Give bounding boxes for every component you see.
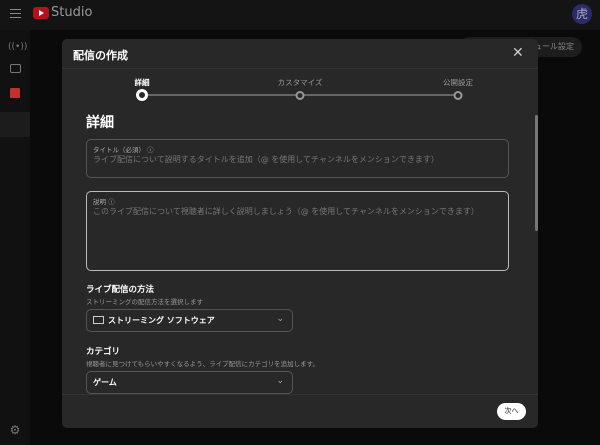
monitor-icon [93, 316, 104, 324]
category-value: ゲーム [93, 378, 117, 387]
close-icon[interactable]: ✕ [512, 45, 524, 61]
category-heading: カテゴリ [86, 347, 121, 357]
description-label: 説明 ⓘ [93, 198, 115, 206]
step-customize-dot[interactable] [295, 91, 305, 100]
title-placeholder: ライブ配信について説明するタイトルを追加（@ を使用してチャンネルをメンションで… [93, 155, 439, 164]
calendar-icon[interactable] [10, 88, 20, 98]
step-details-label: 詳細 [134, 78, 150, 87]
section-heading: 詳細 [86, 115, 114, 131]
method-select[interactable]: ストリーミング ソフトウェア ⌄ [86, 309, 293, 332]
category-select[interactable]: ゲーム ⌄ [86, 371, 293, 394]
method-subtext: ストリーミングの配信方法を選択します [86, 298, 203, 306]
description-placeholder: このライブ配信について視聴者に詳しく説明しましょう（@ を使用してチャンネルをメ… [93, 207, 479, 216]
help-icon[interactable]: ⓘ [108, 198, 115, 206]
next-button[interactable]: 次へ [497, 403, 526, 420]
app-title: Studio [51, 5, 93, 20]
divider [62, 68, 538, 69]
avatar[interactable]: 虎 [572, 4, 592, 24]
scrollbar[interactable] [535, 115, 538, 231]
live-icon[interactable]: ((•)) [8, 40, 27, 54]
description-input[interactable]: 説明 ⓘ このライブ配信について視聴者に詳しく説明しましょう（@ を使用してチャ… [86, 191, 509, 271]
step-details-dot[interactable] [136, 89, 148, 101]
chevron-down-icon: ⌄ [276, 376, 284, 386]
create-stream-dialog: 配信の作成 ✕ 詳細 カスタマイズ 公開設定 詳細 タイトル（必須） ⓘ ライブ… [62, 39, 538, 428]
method-value: ストリーミング ソフトウェア [108, 316, 215, 325]
step-customize-label: カスタマイズ [277, 78, 323, 87]
divider [62, 394, 538, 395]
sidebar-selected-bg [0, 112, 30, 137]
top-bar: Studio 虎 [0, 0, 600, 30]
dialog-title: 配信の作成 [73, 49, 128, 62]
camera-icon[interactable] [10, 64, 21, 73]
youtube-logo-icon[interactable] [33, 7, 49, 19]
hamburger-menu-icon[interactable] [10, 9, 21, 18]
method-heading: ライブ配信の方法 [86, 285, 155, 295]
step-visibility-dot[interactable] [453, 91, 463, 100]
title-label: タイトル（必須） ⓘ [93, 146, 154, 154]
gear-icon[interactable]: ⚙ [8, 423, 22, 437]
category-subtext: 視聴者に見つけてもらいやすくなるよう、ライブ配信にカテゴリを追加します。 [86, 360, 320, 368]
chevron-down-icon: ⌄ [276, 314, 284, 324]
step-visibility-label: 公開設定 [443, 78, 473, 87]
sidebar: ((•)) ⚙ [0, 30, 30, 445]
help-icon[interactable]: ⓘ [147, 146, 154, 154]
title-input[interactable]: タイトル（必須） ⓘ ライブ配信について説明するタイトルを追加（@ を使用してチ… [86, 139, 509, 178]
